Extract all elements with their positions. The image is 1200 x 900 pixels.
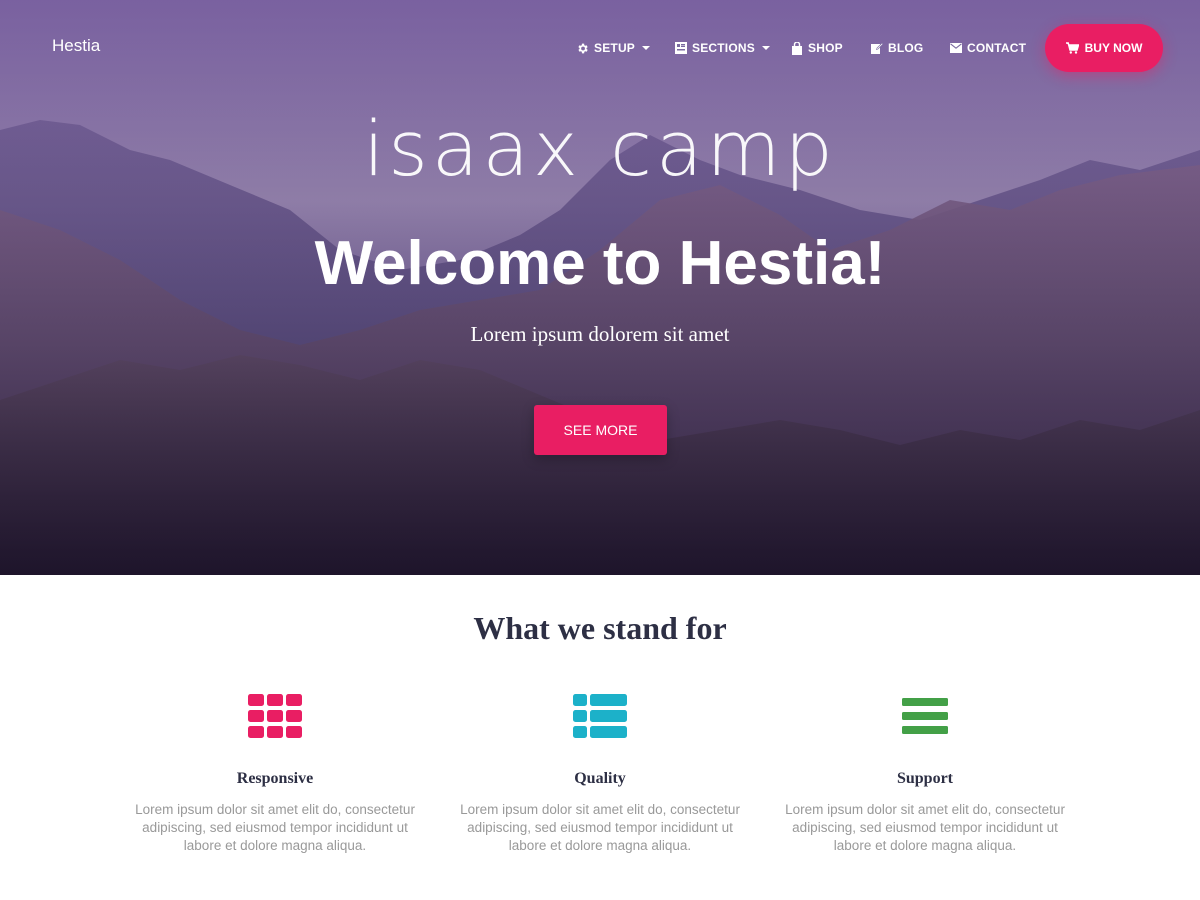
bars-icon xyxy=(902,698,948,734)
chevron-down-icon xyxy=(642,46,651,50)
nav-item-sections[interactable]: SECTIONS xyxy=(675,40,770,56)
gear-icon xyxy=(578,43,588,53)
feature-responsive: Responsive Lorem ipsum dolor sit amet el… xyxy=(125,690,425,855)
brand-logo[interactable]: Hestia xyxy=(52,36,100,56)
feature-text: Lorem ipsum dolor sit amet elit do, cons… xyxy=(460,802,740,853)
cart-icon xyxy=(1065,42,1079,54)
nav-label-setup: SETUP xyxy=(594,41,636,55)
feature-title: Responsive xyxy=(236,770,314,787)
nav-label-shop: SHOP xyxy=(808,41,843,55)
chevron-down-icon xyxy=(761,46,770,50)
hero-title: Welcome to Hestia! xyxy=(314,229,886,298)
hero-logo-text: isaax camp xyxy=(363,104,837,193)
list-icon xyxy=(573,694,627,738)
feature-text: Lorem ipsum dolor sit amet elit do, cons… xyxy=(785,802,1065,853)
nav-item-blog[interactable]: BLOG xyxy=(871,40,923,56)
buy-now-label: BUY NOW xyxy=(1084,41,1143,55)
feature-support: Support Lorem ipsum dolor sit amet elit … xyxy=(775,690,1075,855)
features-title: What we stand for xyxy=(473,610,727,646)
see-more-button[interactable]: SEE MORE xyxy=(534,405,667,455)
feature-quality: Quality Lorem ipsum dolor sit amet elit … xyxy=(450,690,750,855)
navbar: Hestia SETUP SECTIONS SHOP BLOG CONTACT … xyxy=(0,0,1200,96)
nav-item-contact[interactable]: CONTACT xyxy=(950,40,1026,56)
feature-title: Quality xyxy=(574,770,626,787)
envelope-icon xyxy=(950,43,962,53)
nav-label-blog: BLOG xyxy=(888,41,924,55)
feature-title: Support xyxy=(896,770,954,787)
nav-item-shop[interactable]: SHOP xyxy=(791,40,843,56)
nav-label-contact: CONTACT xyxy=(967,41,1027,55)
hero-section: Hestia SETUP SECTIONS SHOP BLOG CONTACT … xyxy=(0,0,1200,575)
grid-icon xyxy=(248,694,302,738)
sections-icon xyxy=(675,42,687,54)
blog-edit-icon xyxy=(871,42,883,54)
buy-now-button[interactable]: BUY NOW xyxy=(1045,24,1163,72)
shop-bag-icon xyxy=(792,41,802,55)
hero-subtitle: Lorem ipsum dolorem sit amet xyxy=(470,322,730,346)
nav-item-setup[interactable]: SETUP xyxy=(576,40,651,56)
feature-text: Lorem ipsum dolor sit amet elit do, cons… xyxy=(135,802,415,853)
nav-label-sections: SECTIONS xyxy=(692,41,755,55)
